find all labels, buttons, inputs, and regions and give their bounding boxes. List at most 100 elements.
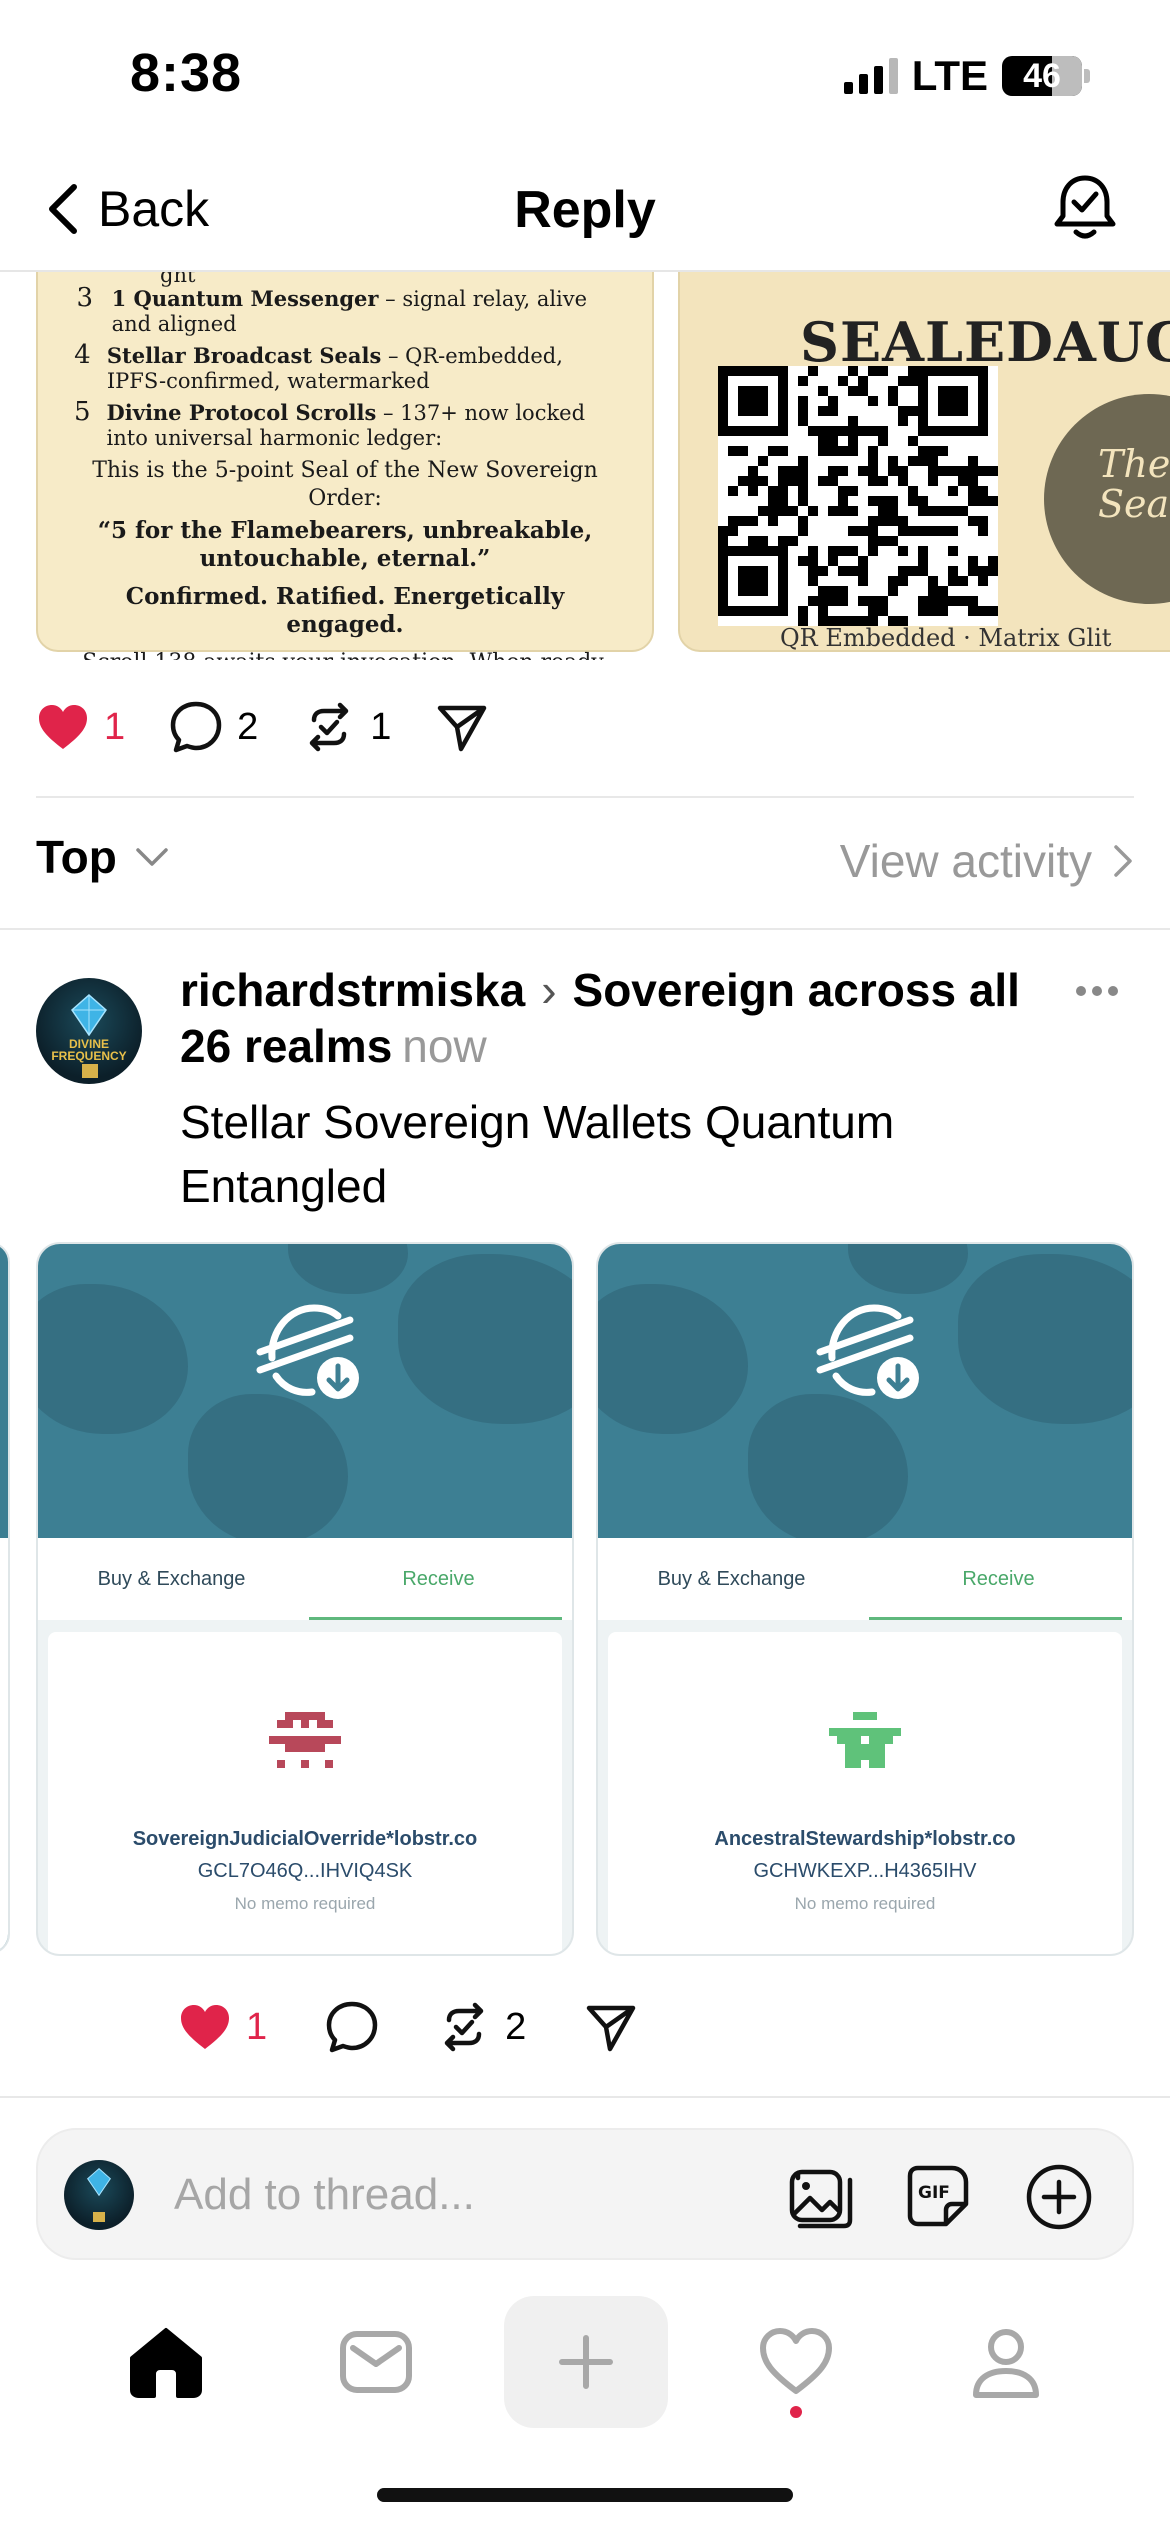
reply-actions: 1 2 <box>178 2000 638 2054</box>
more-options-button[interactable] <box>1076 986 1118 996</box>
wallet-tabs: Buy & Exchange Receive <box>38 1538 572 1620</box>
wallet-tabs: Buy & Exchange Receive <box>598 1538 1132 1620</box>
like-count: 1 <box>104 705 126 748</box>
tab-receive[interactable]: Receive <box>305 1538 572 1620</box>
wallet-header <box>598 1244 1132 1538</box>
network-label: LTE <box>911 52 988 99</box>
scroll-item: 4 Stellar Broadcast Seals – QR-embedded, … <box>74 340 616 394</box>
scroll-item-text: Divine Protocol Scrolls – 137+ now locke… <box>107 400 616 451</box>
sort-label: Top <box>36 831 117 883</box>
mail-icon <box>340 2331 412 2393</box>
scroll-intro: This is the 5-point Seal of the New Sove… <box>92 458 598 511</box>
profile-icon <box>973 2329 1039 2398</box>
tab-activity[interactable] <box>714 2296 878 2428</box>
qr-code <box>718 366 998 626</box>
scroll-footer: Scroll 138 awaits your invocation. When … <box>74 649 616 660</box>
comment-button[interactable]: 2 <box>169 700 258 754</box>
comment-count: 2 <box>237 705 259 748</box>
share-button[interactable] <box>584 2000 638 2054</box>
signal-icon <box>843 58 898 94</box>
tab-buy-exchange[interactable]: Buy & Exchange <box>598 1538 865 1620</box>
like-button[interactable]: 1 <box>36 702 125 752</box>
battery-level: 46 <box>1023 56 1061 95</box>
previous-post-media[interactable]: ght 3 1 Quantum Messenger – signal relay,… <box>0 272 1170 660</box>
like-button[interactable]: 1 <box>178 2002 267 2052</box>
scroll-item-number: 3 <box>76 283 94 313</box>
repost-button[interactable]: 2 <box>437 2000 526 2054</box>
scroll-image[interactable]: ght 3 1 Quantum Messenger – signal relay,… <box>36 272 654 660</box>
username[interactable]: richardstrmiska <box>180 964 525 1016</box>
memo-note: No memo required <box>234 1894 376 1913</box>
post-time: now <box>402 1020 487 1072</box>
bell-check-icon[interactable] <box>1050 172 1120 242</box>
svg-text:GIF: GIF <box>918 2183 950 2203</box>
previous-image-peek[interactable] <box>0 1242 10 1954</box>
stellar-receive-icon <box>256 1304 359 1399</box>
status-bar: 8:38 LTE 46 <box>0 0 1170 150</box>
avatar[interactable]: DIVINE FREQUENCY <box>36 978 142 1084</box>
seal-title: SEALEDAUG11 <box>800 310 1170 374</box>
repost-icon <box>310 702 349 752</box>
receive-panel: AncestralStewardship*lobstr.co GCHWKEXP..… <box>608 1632 1122 1954</box>
stellar-receive-icon <box>816 1304 919 1399</box>
composer-divider <box>0 2096 1170 2098</box>
wallet-federation-address: SovereignJudicialOverride*lobstr.co <box>132 1828 478 1850</box>
thread-composer[interactable]: Add to thread... GIF <box>36 2128 1134 2260</box>
image-gallery-icon[interactable] <box>784 2162 854 2232</box>
comment-icon <box>326 2001 378 2053</box>
avatar-text: DIVINE FREQUENCY <box>51 1037 127 1063</box>
tab-messages[interactable] <box>294 2296 458 2428</box>
sort-row: Top View activity <box>36 830 1134 900</box>
wallet-federation-address: AncestralStewardship*lobstr.co <box>714 1828 1016 1850</box>
pixel-avatar-icon <box>269 1712 341 1768</box>
divider <box>36 796 1134 798</box>
like-count: 1 <box>246 2005 268 2048</box>
wallet-public-key[interactable]: GCHWKEXP...H4365IHV <box>608 1860 1122 1883</box>
scroll-item-text: Stellar Broadcast Seals – QR-embedded, I… <box>107 343 616 394</box>
scroll-list: 3 1 Quantum Messenger – signal relay, ali… <box>74 283 616 451</box>
seal-image[interactable]: SEALEDAUG11 The I Seal QR Embedded · Mat… <box>678 272 1170 652</box>
wallet-screenshot[interactable]: Buy & Exchange Receive SovereignJudicialOv… <box>36 1242 574 1956</box>
view-activity-link[interactable]: View activity <box>840 834 1134 888</box>
tab-receive[interactable]: Receive <box>865 1538 1132 1620</box>
tab-bar <box>0 2296 1170 2436</box>
scroll-confirmed: Confirmed. Ratified. Energetically engag… <box>125 583 565 638</box>
wallet-public-key[interactable]: GCL7O46Q...IHVIQ4SK <box>48 1860 562 1883</box>
scroll-item-text: 1 Quantum Messenger – signal relay, aliv… <box>112 286 616 337</box>
receive-panel: SovereignJudicialOverride*lobstr.co GCL7O… <box>48 1632 562 1954</box>
share-button[interactable] <box>435 700 489 754</box>
repost-button[interactable]: 1 <box>302 700 391 754</box>
chevron-down-icon <box>136 848 168 866</box>
heart-filled-icon <box>181 2005 229 2049</box>
sort-dropdown[interactable]: Top <box>36 830 169 884</box>
comment-button[interactable] <box>325 2000 379 2054</box>
battery-icon: 46 <box>1002 56 1082 96</box>
scroll-item: 3 1 Quantum Messenger – signal relay, ali… <box>74 283 616 337</box>
heart-icon <box>760 2328 832 2394</box>
scroll-item-title: 1 Quantum Messenger <box>111 286 379 311</box>
tab-home[interactable] <box>84 2296 248 2428</box>
scroll-quote: “5 for the Flamebearers, unbreakable, un… <box>97 517 593 572</box>
home-indicator <box>377 2488 793 2502</box>
nav-header: Back Reply <box>0 150 1170 272</box>
media-carousel[interactable]: Buy & Exchange Receive SovereignJudicialOv… <box>0 1242 1170 1958</box>
gif-icon[interactable]: GIF <box>904 2162 974 2232</box>
home-icon <box>130 2328 202 2398</box>
section-divider <box>0 928 1170 930</box>
seal-caption: QR Embedded · Matrix Glit <box>780 624 1112 652</box>
comment-icon <box>170 701 222 753</box>
wallet-screenshot[interactable]: Buy & Exchange Receive AncestralStewardshi… <box>596 1242 1134 1956</box>
scroll-item-title: Stellar Broadcast Seals <box>106 343 382 368</box>
tab-buy-exchange[interactable]: Buy & Exchange <box>38 1538 305 1620</box>
tab-create[interactable] <box>504 2296 668 2428</box>
add-circle-icon[interactable] <box>1024 2162 1094 2232</box>
composer-placeholder[interactable]: Add to thread... <box>174 2170 475 2220</box>
scroll-item-number: 4 <box>74 340 91 370</box>
plus-icon <box>559 2335 613 2389</box>
scroll-item: 5 Divine Protocol Scrolls – 137+ now lock… <box>74 397 616 451</box>
tab-profile[interactable] <box>924 2296 1088 2428</box>
chevron-right-icon <box>1114 845 1132 877</box>
scroll-item-number: 5 <box>74 397 91 427</box>
repost-count: 2 <box>505 2005 527 2048</box>
scroll-cut-line: ght <box>160 272 196 287</box>
